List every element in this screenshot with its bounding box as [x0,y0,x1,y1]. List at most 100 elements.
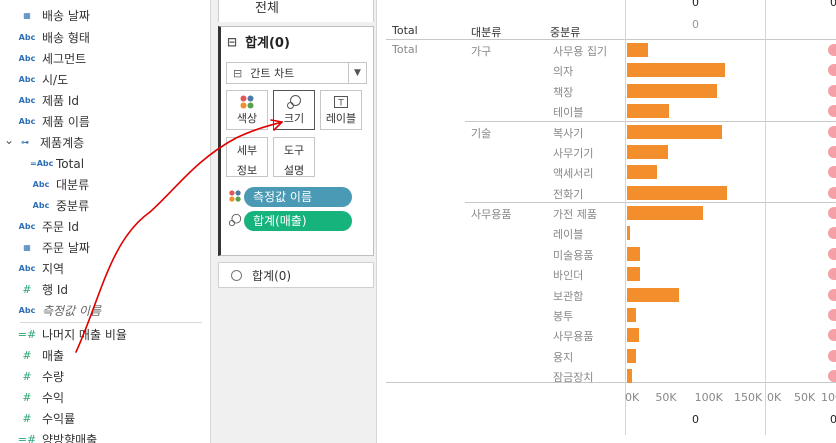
bar [627,348,636,363]
abc-icon: Abc [18,75,36,84]
data-field[interactable]: Abc 시/도 [0,69,210,90]
data-field[interactable]: # 수익률 [0,408,210,429]
bar [627,124,723,139]
subcategory-label: 사무기기 [553,146,594,160]
data-field-label: 매출 [42,349,65,363]
abc-icon: Abc [18,264,36,273]
row-divider [465,121,836,122]
detail-button[interactable]: 세부 정보 [226,137,268,177]
data-field[interactable]: ⌄ ⊶ 제품계층 [0,132,210,153]
data-field[interactable]: ▦ 배송 날짜 [0,5,210,26]
bar [627,307,636,322]
bar [627,185,727,200]
subcategory-label: 잠금장치 [553,371,594,384]
hash-icon: # [22,391,32,404]
calc-hash-icon: =# [17,328,37,341]
data-field[interactable]: Abc 측정값 이름 [0,300,210,321]
mark-type-label: 간트 차트 [250,67,295,80]
abc-icon: Abc [18,33,36,42]
data-field-label: 대분류 [56,178,90,192]
marks-panel: 전체 ⊟ 합계(0) ⊟ 간트 차트 ▼ 색상 크기 T 레이블 세부 정보 도… [210,0,377,443]
label-button[interactable]: T 레이블 [320,90,362,130]
data-field[interactable]: Abc 제품 Id [0,90,210,111]
clipped-mark [828,329,836,342]
sum-sales-pill[interactable]: 합계(매출) [226,211,352,231]
data-field[interactable]: =# 양방향매출 [0,429,210,443]
bar [627,226,631,241]
marks-all-tab[interactable]: 전체 [218,0,374,22]
data-field-label: 나머지 매출 비율 [42,328,127,342]
data-field-label: 제품계층 [40,136,85,150]
data-field[interactable]: Abc 대분류 [0,174,210,195]
subcategory-label: 사무용 집기 [553,45,608,58]
color-button[interactable]: 색상 [226,90,268,130]
subcategory-label: 레이블 [553,228,584,242]
data-field-label: 수량 [42,370,65,384]
data-field[interactable]: =# 나머지 매출 비율 [0,324,210,345]
x-axis-tick: 100K [694,391,723,404]
radio-icon[interactable] [231,269,242,281]
hash-icon: # [22,412,32,425]
chevron-down-icon[interactable]: ⌄ [4,133,14,147]
data-field-label: 제품 이름 [42,115,90,129]
marks-sum-tab[interactable]: 합계(0) [218,262,374,288]
bottom-axis-zero: 0 [692,413,699,426]
data-field[interactable]: ▦ 주문 날짜 [0,237,210,258]
data-field-label: 측정값 이름 [42,304,102,318]
subcategory-label: 바인더 [553,269,584,283]
tooltip-button-label-1: 도구 [283,144,305,157]
abc-icon: =Abc [30,159,54,168]
hash-icon: # [22,349,32,362]
subcategory-label: 전화기 [553,187,584,201]
data-field[interactable]: # 수익 [0,387,210,408]
column-divider [625,0,626,435]
data-field[interactable]: Abc 주문 Id [0,216,210,237]
data-field-label: 수익률 [42,412,76,426]
measure-names-pill[interactable]: 측정값 이름 [226,187,352,207]
measure-separator [20,322,202,323]
abc-icon: Abc [18,306,36,315]
data-field[interactable]: Abc 세그먼트 [0,48,210,69]
clipped-mark [828,268,836,281]
category-label: 사무용품 [471,208,512,221]
data-field[interactable]: Abc 중분류 [0,195,210,216]
data-field[interactable]: Abc 지역 [0,258,210,279]
detail-button-label-2: 정보 [236,164,258,177]
chevron-down-icon[interactable]: ▼ [348,63,366,83]
subcategory-label: 테이블 [553,106,584,120]
x-axis-tick: 50K [655,391,677,404]
data-field-label: 배송 날짜 [42,9,90,23]
size-circles-icon [226,213,244,230]
data-field[interactable]: # 행 Id [0,279,210,300]
mark-type-dropdown[interactable]: ⊟ 간트 차트 ▼ [226,62,367,84]
bar [627,83,717,98]
data-field[interactable]: Abc 제품 이름 [0,111,210,132]
data-field[interactable]: Abc 배송 형태 [0,27,210,48]
tooltip-button[interactable]: 도구 설명 [273,137,315,177]
viz-view: 0 0 0 Total 대분류 중분류 Total 가구 사무용 집기 의자 책장 테이… [378,0,836,443]
marks-card: ⊟ 합계(0) ⊟ 간트 차트 ▼ 색상 크기 T 레이블 세부 정보 도구 설… [218,26,374,256]
data-field-label: 주문 날짜 [42,241,90,255]
x-axis-tick: 0K [625,391,640,404]
data-field[interactable]: # 매출 [0,345,210,366]
row-divider [465,202,836,203]
subcategory-label: 보관함 [553,289,584,303]
col-header-category: 대분류 [471,26,502,39]
detail-button-label-1: 세부 [236,144,258,157]
hash-icon: # [22,283,32,296]
size-button[interactable]: 크기 [273,90,315,130]
data-field-label: Total [56,156,85,171]
clipped-mark [828,247,836,260]
clipped-mark [828,125,836,138]
col-header-subcategory: 중분류 [550,26,581,39]
data-field[interactable]: # 수량 [0,366,210,387]
size-button-label: 크기 [283,112,305,125]
label-button-label: 레이블 [325,112,357,125]
clipped-mark [828,44,836,56]
clipped-mark [828,370,836,382]
data-field[interactable]: =Abc Total [0,153,210,174]
marks-card-title[interactable]: ⊟ 합계(0) [227,32,290,52]
col-header-total: Total [392,24,418,37]
abc-icon: Abc [18,117,36,126]
x-axis-tick: 150K [734,391,763,404]
